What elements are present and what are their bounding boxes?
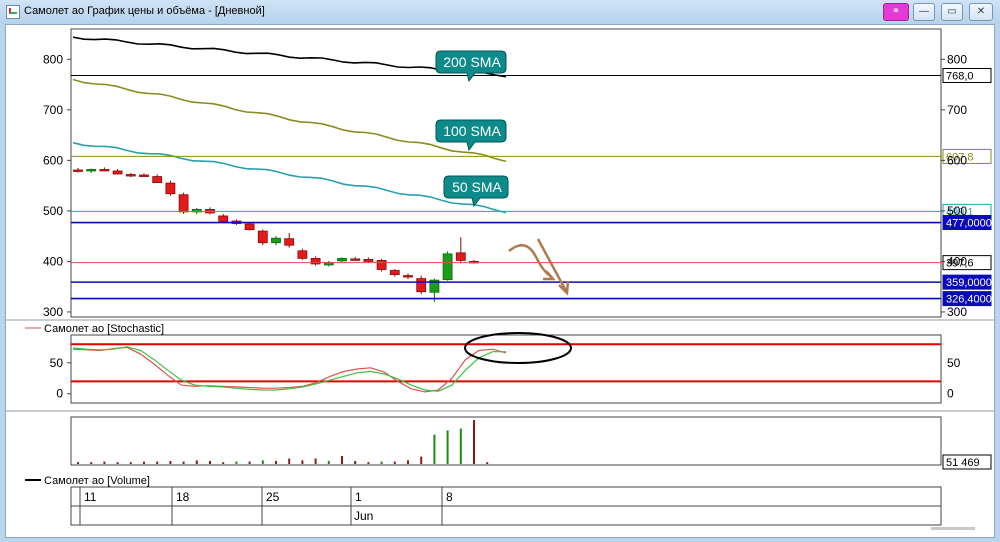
candle-down[interactable] xyxy=(218,215,229,222)
callout-200-sma-label: 200 SMA xyxy=(443,54,501,70)
stoch-y-label-right: 50 xyxy=(947,356,961,370)
callout-50-sma-label: 50 SMA xyxy=(452,179,502,195)
candle-down[interactable] xyxy=(363,258,374,262)
candle-down[interactable] xyxy=(455,252,466,261)
y-tick-label-left: 700 xyxy=(43,103,63,117)
chart-svg[interactable]: 768,0607,8499,1477,00000397,6359,0000032… xyxy=(6,25,998,537)
x-tick-label: 11 xyxy=(84,490,97,504)
y-tick-label-right: 400 xyxy=(947,254,967,268)
stoch-legend: Самолет ао [Stochastic] xyxy=(44,323,164,335)
chart-canvas[interactable]: 768,0 607,8 499,1 477,00000 397,6 359,00000 32… xyxy=(5,24,998,538)
candle-down[interactable] xyxy=(112,170,123,175)
y-tick-label-left: 300 xyxy=(43,305,63,319)
candle-down[interactable] xyxy=(257,230,268,244)
candle-down[interactable] xyxy=(350,258,361,261)
candle-down[interactable] xyxy=(152,176,163,183)
resistance-level-label: 477,00000 xyxy=(946,218,994,230)
horizontal-scrollbar[interactable] xyxy=(931,527,975,530)
candle-down[interactable] xyxy=(178,194,189,213)
x-tick-label: 25 xyxy=(266,490,280,504)
y-tick-label-right: 700 xyxy=(947,103,967,117)
x-tick-label: 18 xyxy=(176,490,190,504)
support-level-1-label: 359,00000 xyxy=(946,277,994,289)
x-month-label: Jun xyxy=(354,509,373,523)
candle-down[interactable] xyxy=(403,275,413,278)
y-tick-label-right: 800 xyxy=(947,52,967,66)
link-button[interactable]: ⚭ xyxy=(883,3,909,21)
maximize-button[interactable]: ▭ xyxy=(941,3,963,21)
candle-down[interactable] xyxy=(165,182,176,195)
volume-panel-frame xyxy=(70,416,942,466)
sma-50-line xyxy=(72,141,507,214)
volume-last-label: 51 469 xyxy=(946,457,980,469)
candle-down[interactable] xyxy=(416,278,427,293)
candle-down[interactable] xyxy=(376,260,387,270)
candle-down[interactable] xyxy=(389,270,400,275)
stoch-y-label-right: 0 xyxy=(947,387,954,401)
volume-legend: Самолет ао [Volume] xyxy=(44,475,150,487)
candle-down[interactable] xyxy=(139,174,149,177)
callout-200-sma: 200 SMA xyxy=(435,50,507,83)
candle-down[interactable] xyxy=(297,250,308,259)
stoch-y-label-left: 50 xyxy=(50,356,64,370)
y-tick-label-left: 500 xyxy=(43,204,63,218)
minimize-button[interactable]: — xyxy=(913,3,935,21)
candle-down[interactable] xyxy=(284,238,295,246)
candle-down[interactable] xyxy=(244,223,255,230)
candle-down[interactable] xyxy=(99,169,110,172)
forecast-arrow-2 xyxy=(536,238,568,292)
stoch-k-line xyxy=(72,346,507,393)
y-tick-label-left: 800 xyxy=(43,52,63,66)
y-tick-label-right: 500 xyxy=(947,204,967,218)
callout-100-sma: 100 SMA xyxy=(435,119,507,152)
callout-100-sma-label: 100 SMA xyxy=(443,123,501,139)
close-button[interactable]: ✕ xyxy=(969,3,993,21)
candle-up[interactable] xyxy=(442,253,453,281)
chart-app-icon xyxy=(6,5,20,19)
support-level-2-label: 326,40000 xyxy=(946,294,994,306)
y-tick-label-right: 600 xyxy=(947,153,967,167)
x-tick-label: 8 xyxy=(446,490,453,504)
window-title: Самолет ао График цены и объёма - [Дневн… xyxy=(24,5,265,17)
stoch-y-label-left: 0 xyxy=(56,387,63,401)
y-tick-label-left: 400 xyxy=(43,254,63,268)
candle-up[interactable] xyxy=(271,237,281,244)
x-tick-label: 1 xyxy=(355,490,362,504)
title-bar[interactable]: Самолет ао График цены и объёма - [Дневн… xyxy=(0,0,1000,24)
candle-down[interactable] xyxy=(125,174,136,177)
candle-up[interactable] xyxy=(337,257,347,262)
callout-50-sma: 50 SMA xyxy=(443,175,509,208)
y-tick-label-right: 300 xyxy=(947,305,967,319)
candle-up[interactable] xyxy=(86,169,97,172)
y-tick-label-left: 600 xyxy=(43,153,63,167)
app-window: Самолет ао График цены и объёма - [Дневн… xyxy=(0,0,1000,542)
overbought-highlight-ellipse xyxy=(464,332,572,364)
candle-down[interactable] xyxy=(73,169,83,172)
price-panel-frame xyxy=(70,28,942,318)
sma-200-level-label: 768,0 xyxy=(946,70,974,82)
